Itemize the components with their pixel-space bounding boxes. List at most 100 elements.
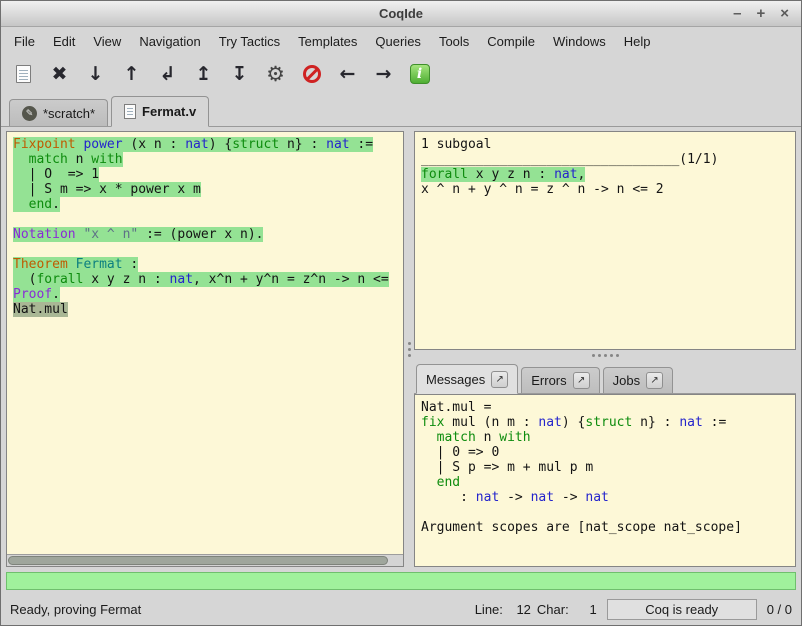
maximize-button[interactable]: +	[756, 6, 765, 21]
tab-jobs[interactable]: Jobs	[603, 367, 673, 393]
previous-occurrence-button[interactable]: ←	[333, 60, 362, 88]
script-editor[interactable]: Fixpoint power (x n : nat) {struct n} : …	[6, 131, 404, 567]
arrow-left-icon: ←	[340, 65, 356, 84]
code-line: forall x y z n : nat,	[421, 167, 789, 182]
menu-item-edit[interactable]: Edit	[44, 29, 84, 54]
code-line: (forall x y z n : nat, x^n + y^n = z^n -…	[13, 272, 397, 287]
next-occurrence-button[interactable]: →	[369, 60, 398, 88]
line-value: 12	[509, 602, 531, 617]
menubar: FileEditViewNavigationTry TacticsTemplat…	[1, 27, 801, 55]
vertical-splitter[interactable]	[404, 131, 414, 567]
close-button[interactable]: ×	[780, 6, 789, 21]
menu-item-compile[interactable]: Compile	[478, 29, 544, 54]
goals-panel[interactable]: 1 subgoal_______________________________…	[414, 131, 796, 350]
info-icon: i	[410, 64, 430, 84]
line-label: Line:	[475, 602, 503, 617]
menu-item-templates[interactable]: Templates	[289, 29, 366, 54]
menu-item-file[interactable]: File	[5, 29, 44, 54]
code-line: fix mul (n m : nat) {struct n} : nat :=	[421, 415, 789, 430]
document-icon	[124, 104, 136, 119]
detach-icon[interactable]	[491, 371, 508, 388]
scratch-pencil-icon	[22, 106, 37, 121]
code-line: 1 subgoal	[421, 137, 789, 152]
tab-label: *scratch*	[43, 106, 95, 121]
splitter-handle-icon	[408, 348, 411, 351]
code-line	[421, 505, 789, 520]
statusbar-right: Line: 12 Char: 1 Coq is ready 0 / 0	[475, 599, 792, 620]
goals-code: 1 subgoal_______________________________…	[415, 132, 795, 202]
menu-item-view[interactable]: View	[84, 29, 130, 54]
code-line: Argument scopes are [nat_scope nat_scope…	[421, 520, 789, 535]
status-message: Ready, proving Fermat	[10, 602, 141, 617]
code-line: | O => 1	[13, 167, 397, 182]
menu-item-try-tactics[interactable]: Try Tactics	[210, 29, 289, 54]
arrow-up-icon: ↑	[124, 65, 140, 84]
arrow-top-icon: ↥	[196, 65, 212, 84]
tab-messages[interactable]: Messages	[416, 364, 518, 394]
menu-item-tools[interactable]: Tools	[430, 29, 478, 54]
interrupt-button[interactable]	[297, 60, 326, 88]
go-to-end-button[interactable]: ↧	[225, 60, 254, 88]
tab-errors[interactable]: Errors	[521, 367, 599, 393]
code-line: Fixpoint power (x n : nat) {struct n} : …	[13, 137, 397, 152]
gear-icon: ⚙	[266, 64, 285, 85]
code-line	[13, 242, 397, 257]
window-controls: – + ×	[733, 1, 789, 26]
code-line: Proof.	[13, 287, 397, 302]
code-line: _________________________________(1/1)	[421, 152, 789, 167]
tab-label: Fermat.v	[142, 104, 196, 119]
console-tabbar: Messages Errors Jobs	[414, 361, 796, 394]
coq-status-indicator: Coq is ready	[607, 599, 757, 620]
right-column: 1 subgoal_______________________________…	[414, 131, 796, 567]
titlebar[interactable]: CoqIde – + ×	[1, 1, 801, 27]
code-line: : nat -> nat -> nat	[421, 490, 789, 505]
horizontal-scrollbar[interactable]	[7, 554, 403, 566]
arrow-bottom-icon: ↧	[232, 65, 248, 84]
messages-code: Nat.mul =fix mul (n m : nat) {struct n} …	[415, 395, 795, 540]
save-button[interactable]	[9, 60, 38, 88]
progress-bar	[6, 572, 796, 590]
char-value: 1	[575, 602, 597, 617]
code-line: | S m => x * power x m	[13, 182, 397, 197]
tab-fermat[interactable]: Fermat.v	[111, 96, 209, 127]
script-code: Fixpoint power (x n : nat) {struct n} : …	[7, 132, 403, 554]
menu-item-navigation[interactable]: Navigation	[130, 29, 209, 54]
menu-item-windows[interactable]: Windows	[544, 29, 615, 54]
about-button[interactable]: i	[405, 60, 434, 88]
detach-icon[interactable]	[573, 372, 590, 389]
forward-one-command-button[interactable]: ↓	[81, 60, 110, 88]
close-buffer-button[interactable]: ✖	[45, 60, 74, 88]
code-line: end	[421, 475, 789, 490]
menu-item-help[interactable]: Help	[615, 29, 660, 54]
minimize-button[interactable]: –	[733, 6, 741, 21]
scrollbar-thumb[interactable]	[8, 556, 388, 565]
messages-panel[interactable]: Nat.mul =fix mul (n m : nat) {struct n} …	[414, 394, 796, 567]
code-line: | 0 => 0	[421, 445, 789, 460]
restart-to-start-button[interactable]: ↥	[189, 60, 218, 88]
horizontal-splitter[interactable]	[414, 350, 796, 361]
code-line	[13, 212, 397, 227]
tab-label: Jobs	[613, 373, 640, 388]
toolbar: ✖ ↓ ↑ ↲ ↥ ↧ ⚙ ← → i	[1, 55, 801, 93]
tab-scratch[interactable]: *scratch*	[9, 99, 108, 126]
backward-one-command-button[interactable]: ↑	[117, 60, 146, 88]
code-line: match n with	[421, 430, 789, 445]
code-line: Theorem Fermat :	[13, 257, 397, 272]
coqide-window: CoqIde – + × FileEditViewNavigationTry T…	[0, 0, 802, 626]
window-title: CoqIde	[379, 6, 423, 21]
fully-check-document-button[interactable]: ⚙	[261, 60, 290, 88]
arrow-down-icon: ↓	[88, 65, 104, 84]
doc-icon	[16, 65, 31, 83]
close-icon: ✖	[52, 65, 68, 84]
detach-icon[interactable]	[646, 372, 663, 389]
code-line: Nat.mul =	[421, 400, 789, 415]
menu-item-queries[interactable]: Queries	[366, 29, 430, 54]
progress-area	[1, 569, 801, 593]
go-to-cursor-button[interactable]: ↲	[153, 60, 182, 88]
job-counter: 0 / 0	[767, 602, 792, 617]
code-line: | S p => m + mul p m	[421, 460, 789, 475]
tabbar: *scratch* Fermat.v	[1, 93, 801, 127]
tab-label: Errors	[531, 373, 566, 388]
coq-status-text: Coq is ready	[645, 602, 718, 617]
stop-icon	[303, 65, 321, 83]
